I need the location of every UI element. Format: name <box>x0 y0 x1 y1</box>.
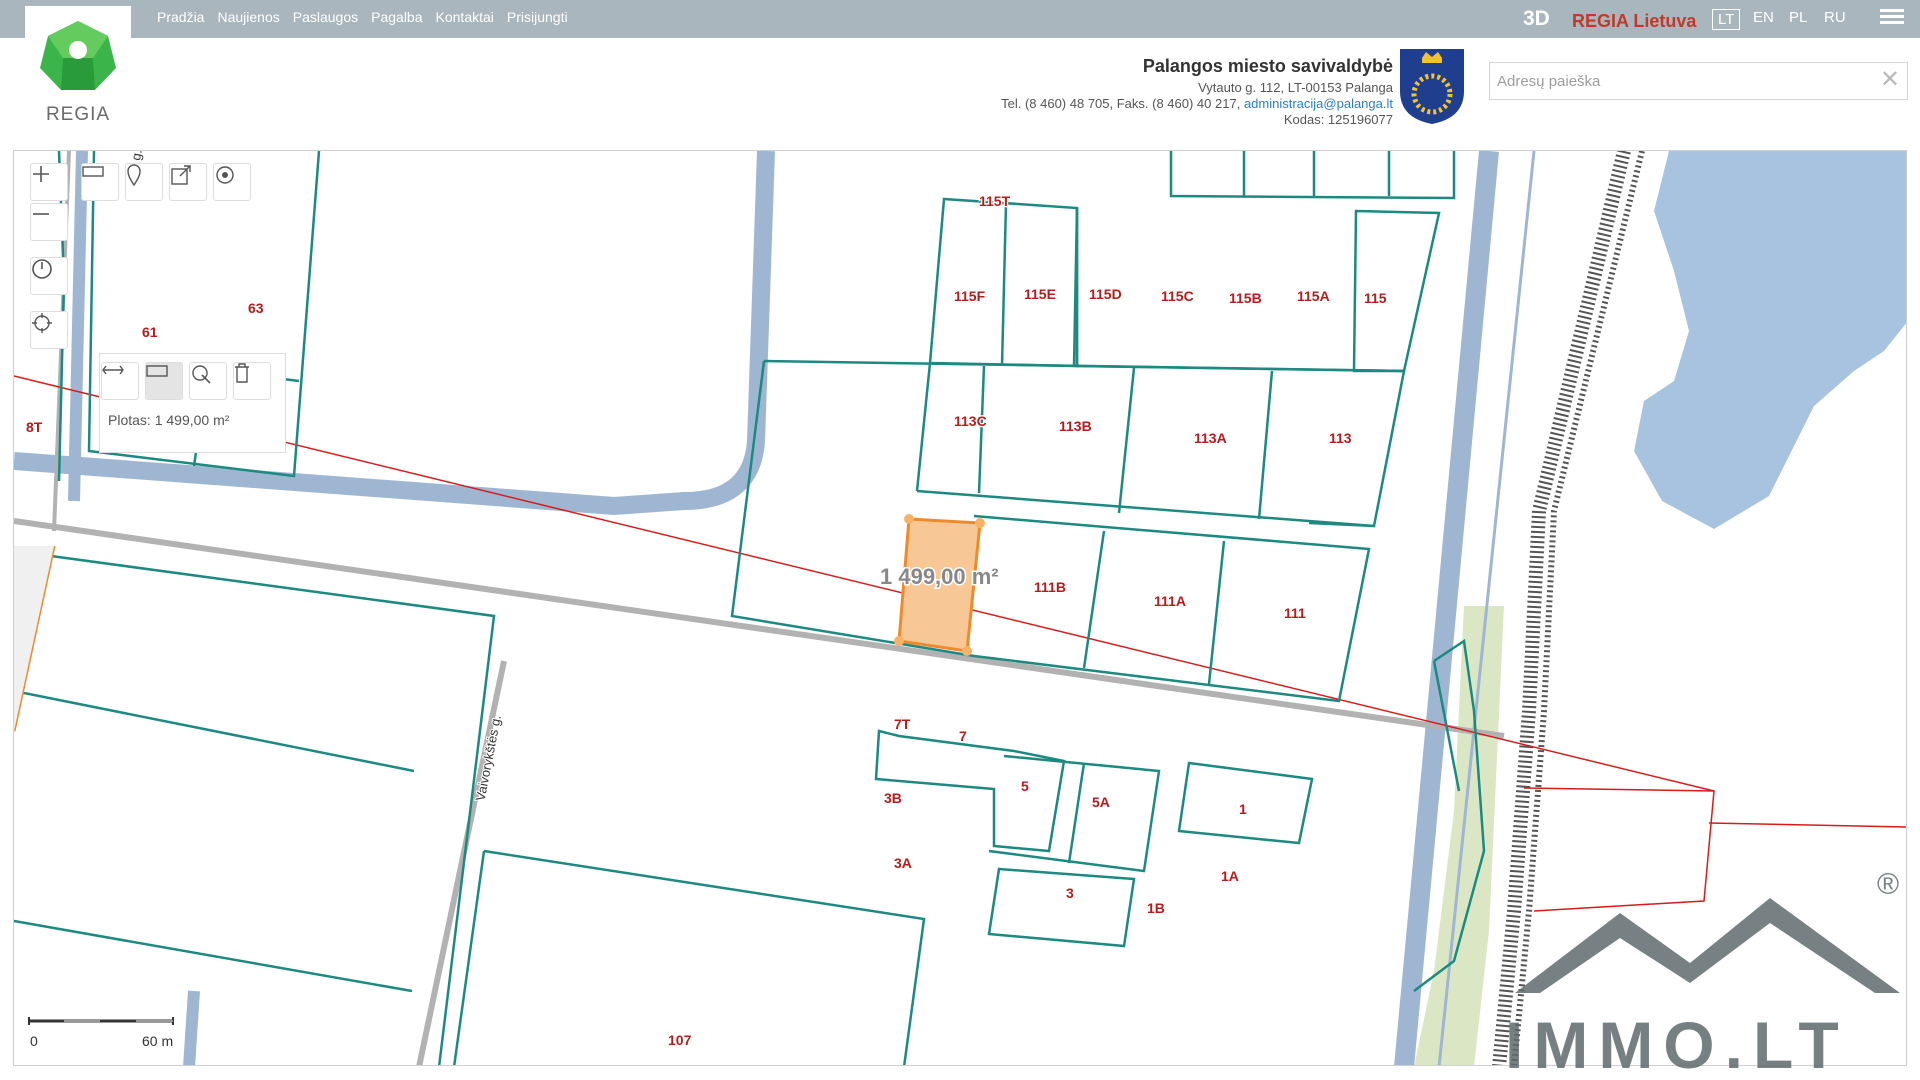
plot-label-113: 113 <box>1329 430 1352 446</box>
plot-label-5A: 5A <box>1092 794 1110 810</box>
3d-button[interactable]: 3D <box>1523 7 1550 31</box>
plot-label-3: 3 <box>1066 885 1074 901</box>
lang-lt[interactable]: LT <box>1712 9 1741 30</box>
plot-label-115A: 115A <box>1297 288 1330 304</box>
plot-label-3B: 3B <box>884 790 902 806</box>
target-icon[interactable] <box>213 163 251 201</box>
plot-label-111: 111 <box>1284 605 1306 621</box>
regia-logo-icon <box>40 21 116 90</box>
watermark-text: IMMO.LT <box>1505 1008 1849 1073</box>
nav-prisijungti[interactable]: Prisijungti <box>507 9 568 25</box>
address-search: ✕ <box>1489 62 1908 100</box>
plot-label-63: 63 <box>248 300 264 316</box>
nav-kontaktai[interactable]: Kontaktai <box>436 9 494 25</box>
scale-zero: 0 <box>30 1033 38 1049</box>
plot-label-3A: 3A <box>894 855 912 871</box>
plot-label-115B: 115B <box>1229 290 1262 306</box>
municipality-phone: Tel. (8 460) 48 705, Faks. (8 460) 40 21… <box>1001 96 1241 111</box>
nav-naujienos[interactable]: Naujienos <box>217 9 279 25</box>
plot-label-115D: 115D <box>1089 286 1122 302</box>
trash-icon[interactable] <box>233 362 271 400</box>
plot-label-111B: 111B <box>1034 579 1066 595</box>
selected-parcel-area-label: 1 499,00 m² <box>880 564 999 589</box>
plot-label-1: 1 <box>1239 801 1247 817</box>
export-icon[interactable] <box>169 163 207 201</box>
area-measurement-text: Plotas: 1 499,00 m² <box>108 412 230 428</box>
plot-label-115E: 115E <box>1024 286 1056 302</box>
lang-en[interactable]: EN <box>1753 9 1774 26</box>
address-search-input[interactable] <box>1490 63 1870 99</box>
plot-label-115C: 115C <box>1161 288 1194 304</box>
plot-label-113C: 113C <box>954 413 987 429</box>
plot-label-1B: 1B <box>1147 900 1165 916</box>
history-icon[interactable] <box>30 257 68 295</box>
plot-label-7T: 7T <box>894 716 911 732</box>
parcels <box>14 151 1486 1065</box>
plot-label-5: 5 <box>1021 778 1029 794</box>
plot-label-111A: 111A <box>1154 593 1186 609</box>
lake <box>1634 151 1906 529</box>
main-nav: Pradžia Naujienos Paslaugos Pagalba Kont… <box>157 9 568 25</box>
municipality-code: Kodas: 125196077 <box>1283 112 1393 127</box>
nav-pagalba[interactable]: Pagalba <box>371 9 422 25</box>
measure-area-icon[interactable] <box>145 362 183 400</box>
municipality-email[interactable]: administracija@palanga.lt <box>1244 96 1393 111</box>
plot-label-61: 61 <box>142 324 158 340</box>
plot-label-1A: 1A <box>1221 868 1239 884</box>
red-line-3 <box>1708 822 1906 828</box>
plot-label-115: 115 <box>1364 290 1387 306</box>
road-left2 <box>183 990 200 1065</box>
regia-lietuva-link[interactable]: REGIA Lietuva <box>1572 11 1696 32</box>
plot-label-115F: 115F <box>954 288 986 304</box>
nav-paslaugos[interactable]: Paslaugos <box>293 9 358 25</box>
municipality-contacts: Tel. (8 460) 48 705, Faks. (8 460) 40 21… <box>1001 96 1393 112</box>
zoom-in-icon[interactable] <box>30 163 68 201</box>
plot-label-107: 107 <box>668 1032 692 1048</box>
lang-pl[interactable]: PL <box>1789 9 1807 26</box>
zoom-out-icon[interactable] <box>30 203 68 241</box>
dotted-area <box>14 546 54 731</box>
logo-text: REGIA <box>45 104 111 125</box>
road-grey <box>14 518 1505 739</box>
road-left <box>68 151 88 502</box>
select-area-icon[interactable] <box>189 362 227 400</box>
plot-label-113B: 113B <box>1059 418 1092 434</box>
municipality-name: Palangos miesto savivaldybė <box>1142 56 1393 76</box>
scale-bar-graphic <box>28 1017 174 1025</box>
lang-ru[interactable]: RU <box>1824 9 1846 26</box>
measure-length-icon[interactable] <box>101 362 139 400</box>
marker-icon[interactable] <box>125 163 163 201</box>
street-label-top: g. <box>128 151 145 162</box>
regia-logo[interactable]: REGIA <box>25 6 131 128</box>
search-clear-icon[interactable]: ✕ <box>1880 68 1900 92</box>
locate-icon[interactable] <box>30 311 68 349</box>
immo-watermark: IMMO.LT ® <box>1505 858 1915 1080</box>
measure-panel: Plotas: 1 499,00 m² <box>99 353 286 453</box>
plot-label-7: 7 <box>959 728 967 744</box>
nav-pradzia[interactable]: Pradžia <box>157 9 204 25</box>
watermark-registered: ® <box>1877 868 1899 901</box>
plot-label-115T: 115T <box>979 193 1011 209</box>
municipality-info: Palangos miesto savivaldybė Vytauto g. 1… <box>1001 56 1393 128</box>
plot-label-113A: 113A <box>1194 430 1227 446</box>
immo-logo-icon: IMMO.LT ® <box>1505 868 1900 1080</box>
municipality-address: Vytauto g. 112, LT-00153 Palanga <box>1198 80 1393 95</box>
measure-icon[interactable] <box>81 163 119 201</box>
hamburger-menu-icon[interactable] <box>1880 9 1904 29</box>
coat-of-arms-icon <box>1400 49 1464 124</box>
plot-label-8T: 8T <box>26 419 43 435</box>
scale-value: 60 m <box>142 1033 174 1049</box>
